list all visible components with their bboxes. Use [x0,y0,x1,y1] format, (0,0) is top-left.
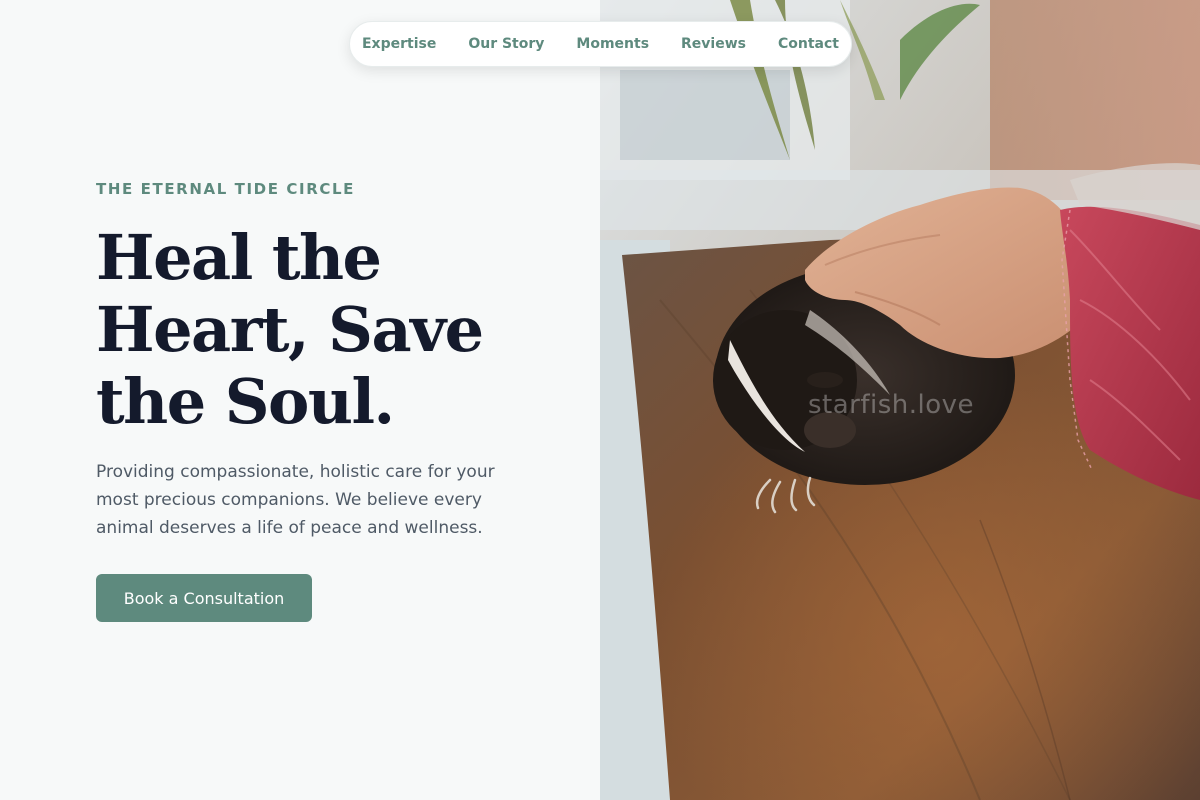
nav-link-reviews[interactable]: Reviews [681,36,746,52]
nav-link-contact[interactable]: Contact [778,36,839,52]
main-nav: Expertise Our Story Moments Reviews Cont… [349,21,852,67]
watermark-text: starfish.love [808,390,975,420]
hero-content: THE ETERNAL TIDE CIRCLE Heal the Heart, … [0,0,600,800]
hero-title-line: the Soul. [96,365,395,438]
book-consultation-button[interactable]: Book a Consultation [96,574,312,622]
nav-link-moments[interactable]: Moments [576,36,649,52]
hero-subtitle: Providing compassionate, holistic care f… [96,462,495,538]
hero-title: Heal the Heart, Save the Soul. [96,222,536,438]
nav-link-our-story[interactable]: Our Story [468,36,544,52]
nav-link-expertise[interactable]: Expertise [362,36,436,52]
hero-title-line: Heal the [96,221,382,294]
hero-title-line: Heart, Save [96,293,484,366]
hero-eyebrow: THE ETERNAL TIDE CIRCLE [96,180,355,198]
